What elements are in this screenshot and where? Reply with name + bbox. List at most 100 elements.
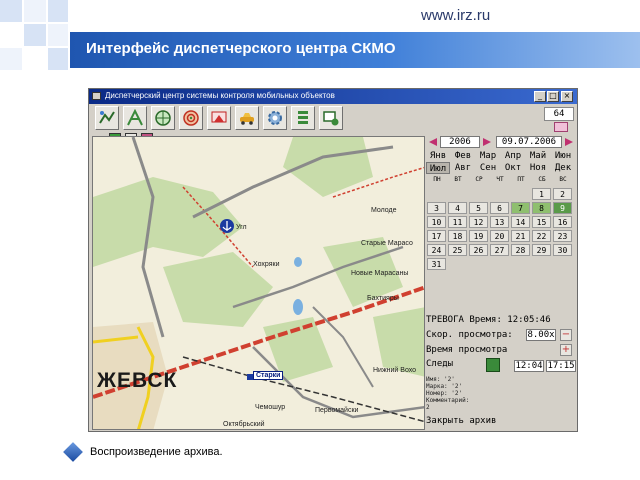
monitor-icon <box>323 111 339 126</box>
weekday-header: ПН ВТ СР ЧТ ПТ СБ ВС <box>426 176 576 186</box>
monitor-button[interactable] <box>319 106 343 130</box>
globe-button[interactable] <box>151 106 175 130</box>
view-time-label: Время просмотра <box>426 345 508 355</box>
slide-caption: Воспроизведение архива. <box>90 446 223 458</box>
site-url[interactable]: www.irz.ru <box>421 7 490 24</box>
deco-square-4 <box>24 24 46 46</box>
day-cell[interactable]: 11 <box>448 216 467 228</box>
day-cell[interactable]: 4 <box>448 202 467 214</box>
globe-icon <box>155 110 171 126</box>
time-to-field[interactable]: 17:15 <box>546 360 576 372</box>
day-cell[interactable]: 8 <box>532 202 551 214</box>
minimize-icon[interactable]: _ <box>534 91 546 102</box>
weekday-label: ВС <box>559 176 567 183</box>
day-cell[interactable]: 15 <box>532 216 551 228</box>
routes-button[interactable] <box>123 106 147 130</box>
day-cell-selected[interactable]: 9 <box>553 202 572 214</box>
day-cell[interactable]: 18 <box>448 230 467 242</box>
day-cell[interactable]: 3 <box>427 202 446 214</box>
month-item[interactable]: Окт <box>501 162 525 174</box>
target-button[interactable] <box>179 106 203 130</box>
speed-field[interactable]: 8.00x <box>526 329 556 341</box>
view-time-increase-button[interactable]: + <box>560 344 572 356</box>
marker-label[interactable]: Старки <box>253 371 284 380</box>
month-item[interactable]: Фев <box>451 150 475 162</box>
month-item[interactable]: Дек <box>551 162 575 174</box>
weekday-label: ПТ <box>517 176 525 183</box>
date-field[interactable]: 09.07.2006 <box>496 136 562 148</box>
deco-square-5 <box>48 24 68 46</box>
next-year-icon[interactable] <box>482 137 492 147</box>
map-label: Старые Марасо <box>361 240 413 247</box>
day-cell[interactable]: 10 <box>427 216 446 228</box>
deco-square-1 <box>0 0 22 22</box>
month-item[interactable]: Май <box>526 150 550 162</box>
sos-icon <box>211 111 227 123</box>
list-button[interactable] <box>291 106 315 130</box>
speed-decrease-button[interactable]: − <box>560 329 572 341</box>
sos-button[interactable] <box>207 106 231 130</box>
day-cell[interactable]: 13 <box>490 216 509 228</box>
map-view[interactable]: Молоде Старые Марасо Хохряки Новые Марас… <box>92 136 425 430</box>
month-item[interactable]: Янв <box>426 150 450 162</box>
diamond-bullet-icon <box>63 442 83 462</box>
day-cell[interactable]: 30 <box>553 244 572 256</box>
day-cell[interactable]: 7 <box>511 202 530 214</box>
settings-icon <box>268 111 282 125</box>
map-label: Нижний Вохо <box>373 367 417 374</box>
month-item[interactable]: Июн <box>551 150 575 162</box>
year-field[interactable]: 2006 <box>440 136 480 148</box>
time-from-field[interactable]: 12:04 <box>514 360 544 372</box>
day-cell[interactable]: 25 <box>448 244 467 256</box>
day-cell[interactable]: 22 <box>532 230 551 242</box>
month-item[interactable]: Авг <box>451 162 475 174</box>
day-cell[interactable]: 6 <box>490 202 509 214</box>
day-cell[interactable]: 12 <box>469 216 488 228</box>
day-cell[interactable]: 1 <box>532 188 551 200</box>
alarm-time: 12:05:46 <box>507 315 551 325</box>
day-cell[interactable]: 16 <box>553 216 572 228</box>
month-item[interactable]: Мар <box>476 150 500 162</box>
month-item-selected[interactable]: Июл <box>426 162 450 174</box>
maximize-icon[interactable]: □ <box>547 91 559 102</box>
close-icon[interactable]: × <box>561 91 573 102</box>
map-label: Молоде <box>371 207 397 214</box>
day-cell[interactable]: 17 <box>427 230 446 242</box>
routes-icon <box>127 109 143 126</box>
settings-button[interactable] <box>263 106 287 130</box>
list-icon <box>298 111 308 124</box>
day-cell[interactable]: 14 <box>511 216 530 228</box>
window-title: Диспетчерский центр системы контроля моб… <box>105 91 335 100</box>
check-icon[interactable] <box>486 358 500 372</box>
lake <box>293 299 303 315</box>
day-cell[interactable]: 5 <box>469 202 488 214</box>
lake <box>294 257 302 267</box>
window-title-bar[interactable]: Диспетчерский центр системы контроля моб… <box>89 89 577 104</box>
day-cell[interactable]: 28 <box>511 244 530 256</box>
city-label: ЖЕВСК <box>97 369 178 392</box>
day-cell[interactable]: 26 <box>469 244 488 256</box>
weekday-label: ВТ <box>454 176 462 183</box>
info-brand: Марка: '2' <box>426 383 463 390</box>
day-cell[interactable]: 31 <box>427 258 446 270</box>
mail-icon[interactable] <box>554 122 568 132</box>
info-number: Номер: '2' <box>426 390 463 397</box>
day-cell[interactable]: 29 <box>532 244 551 256</box>
car-button[interactable] <box>235 106 259 130</box>
prev-year-icon[interactable] <box>428 137 438 147</box>
date-arrow-icon[interactable] <box>564 137 574 147</box>
dispatch-window: Диспетчерский центр системы контроля моб… <box>88 88 578 432</box>
day-cell[interactable]: 20 <box>490 230 509 242</box>
weekday-label: СР <box>475 176 483 183</box>
day-cell[interactable]: 19 <box>469 230 488 242</box>
month-item[interactable]: Апр <box>501 150 525 162</box>
day-cell[interactable]: 27 <box>490 244 509 256</box>
map-tools-button[interactable] <box>95 106 119 130</box>
day-cell[interactable]: 2 <box>553 188 572 200</box>
month-item[interactable]: Сен <box>476 162 500 174</box>
month-item[interactable]: Ноя <box>526 162 550 174</box>
day-cell[interactable]: 24 <box>427 244 446 256</box>
close-archive-button[interactable]: Закрыть архив <box>426 416 496 426</box>
day-cell[interactable]: 23 <box>553 230 572 242</box>
day-cell[interactable]: 21 <box>511 230 530 242</box>
